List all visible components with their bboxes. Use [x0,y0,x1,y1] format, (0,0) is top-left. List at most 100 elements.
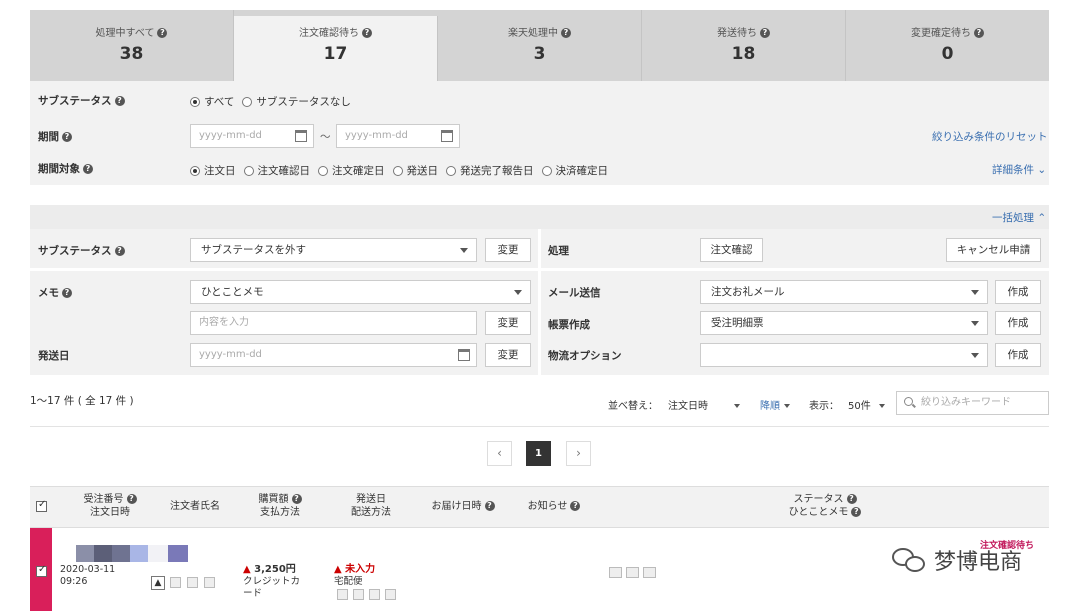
tab-awaiting-change-confirmation[interactable]: 変更確定待ち? 0 [846,10,1049,81]
calendar-icon[interactable] [441,130,453,142]
order-confirm-button[interactable]: 注文確認 [700,238,763,262]
tab-rakuten-processing[interactable]: 楽天処理中? 3 [438,10,642,81]
radio-icon [242,96,253,107]
tab-awaiting-confirmation[interactable]: 注文確認待ち? 17 [234,16,438,81]
column-header-amount[interactable]: 購買額? 支払方法 [242,493,318,519]
memo-select[interactable]: ひとことメモ [190,280,531,304]
period-target-ship-report-date[interactable]: 発送完了報告日 [446,163,534,178]
help-icon[interactable]: ? [62,132,72,142]
customer-profile-icon[interactable]: ▲ [151,576,165,590]
column-header-delivery[interactable]: お届け日時? [428,500,498,513]
help-icon[interactable]: ? [484,501,495,511]
redacted-order-number [130,545,148,562]
logistics-create-button[interactable]: 作成 [995,343,1041,367]
logistics-option-label: 物流オプション [548,350,622,362]
period-target-confirm-date[interactable]: 注文確認日 [243,163,310,178]
next-page-button[interactable]: › [566,441,591,466]
help-icon[interactable]: ? [291,494,302,504]
help-icon[interactable]: ? [846,494,857,504]
prev-page-button[interactable]: ‹ [487,441,512,466]
redacted-order-number [76,545,94,562]
substatus-change-button[interactable]: 変更 [485,238,531,262]
tab-label: 変更確定待ち [911,28,971,39]
column-header-notice[interactable]: お知らせ? [524,500,584,513]
tab-count: 18 [731,44,756,64]
process-label: 処理 [548,245,569,257]
help-icon[interactable]: ? [126,494,137,504]
bulk-substatus-select[interactable]: サブステータスを外す [190,238,477,262]
help-icon[interactable]: ? [561,28,571,38]
status-icon [187,577,198,588]
mail-icon [643,567,656,578]
divider [30,426,1049,427]
reset-filters-link[interactable]: 絞り込み条件のリセット [932,129,1048,144]
bulk-processing-toggle[interactable]: 一括処理 ⌃ [992,210,1046,225]
radio-icon [243,165,254,176]
calendar-icon[interactable] [295,130,307,142]
status-icon [337,589,348,600]
period-target-fix-date[interactable]: 注文確定日 [318,163,385,178]
help-icon[interactable]: ? [851,507,862,517]
ship-date-input[interactable]: yyyy-mm-dd [190,343,477,367]
help-icon[interactable]: ? [83,164,93,174]
row-checkbox[interactable] [36,564,47,577]
redacted-order-number [148,545,168,562]
radio-icon [190,165,200,176]
status-icon [170,577,181,588]
row-order-datetime: 2020-03-11 09:26 [60,564,116,587]
substatus-filter-label: サブステータス? [38,93,125,108]
keyword-search-input[interactable]: 絞り込みキーワード [896,391,1049,415]
column-header-shipping[interactable]: 発送日 配送方法 [336,493,406,519]
radio-icon [318,165,328,176]
column-header-order[interactable]: 受注番号? 注文日時 [70,493,150,519]
mail-create-button[interactable]: 作成 [995,280,1041,304]
wechat-logo-icon [892,545,928,575]
period-target-order-date[interactable]: 注文日 [190,163,236,178]
select-all-checkbox[interactable] [36,499,47,512]
mail-template-select[interactable]: 注文お礼メール [700,280,988,304]
period-target-ship-date[interactable]: 発送日 [392,163,438,178]
ship-date-change-button[interactable]: 変更 [485,343,531,367]
tab-awaiting-shipment[interactable]: 発送待ち? 18 [642,10,846,81]
help-icon[interactable]: ? [157,28,168,38]
help-icon[interactable]: ? [114,96,125,106]
page-button-current[interactable]: 1 [526,441,551,466]
tab-count: 0 [941,44,954,64]
form-create-button[interactable]: 作成 [995,311,1041,335]
bulk-processing-panel: サブステータス? サブステータスを外す 変更 メモ? ひとことメモ 内容を入力 … [30,229,1049,375]
column-header-customer[interactable]: 注文者氏名 [160,500,230,513]
status-icon [353,589,364,600]
help-icon[interactable]: ? [62,288,72,298]
memo-change-button[interactable]: 変更 [485,311,531,335]
sort-field-select[interactable]: 注文日時 [668,397,740,412]
form-select[interactable]: 受注明細票 [700,311,988,335]
date-range-separator: ～ [320,131,331,143]
substatus-option-all[interactable]: すべて [190,94,234,109]
period-start-input[interactable]: yyyy-mm-dd [190,124,314,148]
divider [30,268,538,271]
detail-conditions-link[interactable]: 詳細条件 ⌄ [992,162,1046,177]
status-icon [385,589,396,600]
help-icon[interactable]: ? [760,28,770,38]
memo-content-input[interactable]: 内容を入力 [190,311,477,335]
tab-all-processing[interactable]: 処理中すべて? 38 [30,10,234,81]
tab-count: 38 [119,44,144,64]
column-header-status[interactable]: ステータス? ひとことメモ? [780,493,870,519]
redacted-order-number [112,545,130,562]
mail-send-label: メール送信 [548,287,601,299]
status-icon [204,577,215,588]
display-label: 表示： [809,401,839,412]
substatus-option-none[interactable]: サブステータスなし [242,94,351,109]
logistics-option-select[interactable] [700,343,988,367]
cancel-request-button[interactable]: キャンセル申請 [946,238,1041,262]
period-target-payment-date[interactable]: 決済確定日 [541,163,608,178]
radio-icon [541,165,552,176]
period-end-input[interactable]: yyyy-mm-dd [336,124,460,148]
help-icon[interactable]: ? [362,28,372,38]
calendar-icon[interactable] [458,349,470,361]
help-icon[interactable]: ? [974,28,984,38]
display-count-select[interactable]: 50件 [848,397,885,412]
help-icon[interactable]: ? [114,246,125,256]
sort-order-select[interactable]: 降順 [760,397,790,412]
help-icon[interactable]: ? [570,501,581,511]
